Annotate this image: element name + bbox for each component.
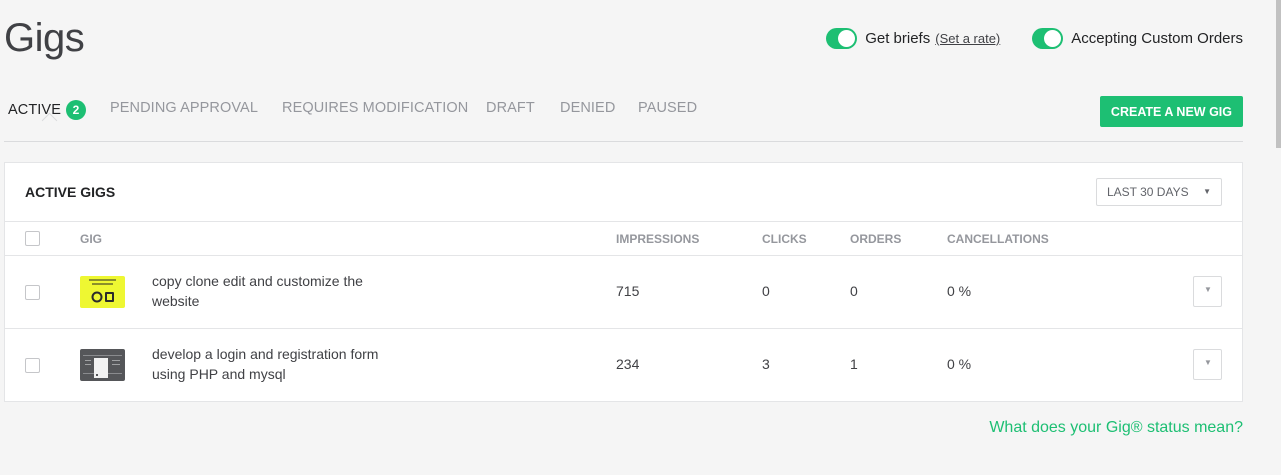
page-scrollbar[interactable] (1276, 0, 1281, 148)
impressions-value: 715 (616, 283, 640, 299)
gig-thumbnail[interactable] (80, 349, 125, 381)
column-cancellations: CANCELLATIONS (947, 232, 1049, 246)
tab-active[interactable]: ACTIVE 2 (8, 100, 86, 129)
row-checkbox[interactable] (25, 285, 40, 300)
gig-status-help-link[interactable]: What does your Gig® status mean? (989, 419, 1243, 437)
active-gigs-panel: ACTIVE GIGS LAST 30 DAYS ▼ GIG IMPRESSIO… (4, 162, 1243, 402)
panel-title: ACTIVE GIGS (25, 184, 116, 200)
column-gig: GIG (80, 232, 103, 246)
wordpress-thumbnail-icon (89, 279, 116, 303)
set-rate-link[interactable]: (Set a rate) (935, 31, 1000, 46)
select-all-checkbox[interactable] (25, 231, 40, 246)
tab-label: DENIED (560, 100, 616, 116)
header-toggles: Get briefs (Set a rate) Accepting Custom… (794, 28, 1243, 49)
active-count-badge: 2 (65, 100, 86, 120)
tab-label: DRAFT (486, 100, 535, 116)
row-checkbox[interactable] (25, 358, 40, 373)
chevron-down-icon: ▼ (1204, 285, 1212, 294)
status-tabs: ACTIVE 2 PENDING APPROVAL REQUIRES MODIF… (4, 96, 1243, 142)
tab-pending-approval[interactable]: PENDING APPROVAL (110, 100, 258, 116)
tab-denied[interactable]: DENIED (560, 100, 615, 116)
clicks-value: 0 (762, 283, 770, 299)
tab-label: REQUIRES MODIFICATION (282, 100, 469, 116)
briefs-toggle-group: Get briefs (Set a rate) (826, 28, 1000, 49)
tab-label: PAUSED (638, 100, 698, 116)
chevron-down-icon: ▼ (1203, 187, 1211, 196)
tab-paused[interactable]: PAUSED (638, 100, 697, 116)
clicks-value: 3 (762, 356, 770, 372)
tab-label: PENDING APPROVAL (110, 100, 258, 116)
cancellations-value: 0 % (947, 283, 972, 299)
row-actions-dropdown[interactable]: ▼ (1193, 349, 1222, 380)
impressions-value: 234 (616, 356, 640, 372)
get-briefs-toggle[interactable] (826, 28, 858, 49)
period-select[interactable]: LAST 30 DAYS ▼ (1096, 178, 1222, 206)
row-actions-dropdown[interactable]: ▼ (1193, 276, 1222, 307)
table-row: copy clone edit and customize the websit… (5, 256, 1242, 329)
gig-thumbnail[interactable] (80, 276, 125, 308)
page-title: Gigs (4, 16, 85, 60)
create-new-gig-button[interactable]: CREATE A NEW GIG (1099, 96, 1243, 127)
table-row: develop a login and registration form us… (5, 329, 1242, 402)
panel-header: ACTIVE GIGS LAST 30 DAYS ▼ (5, 163, 1242, 222)
cancellations-value: 0 % (947, 356, 972, 372)
column-orders: ORDERS (850, 232, 902, 246)
column-impressions: IMPRESSIONS (616, 232, 700, 246)
gig-title-link[interactable]: develop a login and registration form us… (152, 344, 412, 384)
gig-title-link[interactable]: copy clone edit and customize the websit… (152, 271, 412, 311)
orders-value: 1 (850, 356, 858, 372)
toggle-knob (1044, 30, 1062, 47)
custom-orders-label: Accepting Custom Orders (1071, 30, 1243, 47)
toggle-knob (838, 30, 856, 47)
gigs-page: Gigs Get briefs (Set a rate) Accepting C… (0, 0, 1281, 475)
login-form-thumbnail-icon (83, 355, 122, 378)
orders-value: 0 (850, 283, 858, 299)
chevron-down-icon: ▼ (1204, 358, 1212, 367)
column-clicks: CLICKS (762, 232, 807, 246)
period-value: LAST 30 DAYS (1107, 185, 1189, 199)
custom-orders-toggle[interactable] (1032, 28, 1064, 49)
tab-draft[interactable]: DRAFT (486, 100, 535, 116)
tab-requires-modification[interactable]: REQUIRES MODIFICATION (282, 100, 468, 116)
custom-orders-toggle-group: Accepting Custom Orders (1032, 28, 1243, 49)
get-briefs-label: Get briefs (865, 30, 931, 47)
table-header: GIG IMPRESSIONS CLICKS ORDERS CANCELLATI… (5, 222, 1242, 256)
